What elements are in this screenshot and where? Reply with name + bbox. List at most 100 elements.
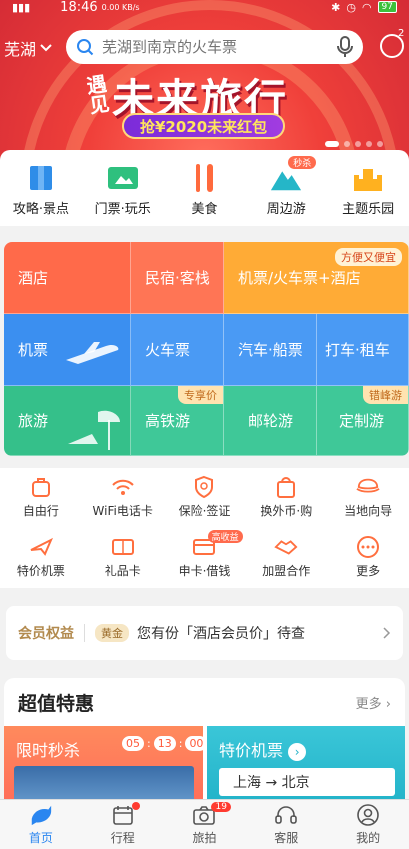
beach-chair-icon bbox=[68, 410, 120, 450]
cheap-flight-title-text: 特价机票 bbox=[219, 741, 284, 760]
headset-icon bbox=[274, 803, 298, 827]
service-label: 更多 bbox=[356, 563, 381, 578]
microphone-icon[interactable] bbox=[337, 36, 353, 58]
cheap-flight-card[interactable]: 特价机票 › 上海 → 北京 bbox=[207, 726, 405, 808]
chevron-right-icon: › bbox=[385, 696, 391, 712]
service-insurance-visa[interactable]: 保险·签证 bbox=[164, 468, 246, 526]
flight-hotel-tag: 方便又便宜 bbox=[335, 248, 402, 266]
cruise-label: 邮轮游 bbox=[248, 412, 294, 430]
bluetooth-icon: ✱ bbox=[331, 0, 341, 14]
custom-tour-tag: 错峰游 bbox=[363, 386, 408, 404]
banner-dot-active bbox=[325, 141, 339, 147]
main-service-grid: 酒店 民宿·客栈 方便又便宜机票/火车票+酒店 机票 火车票 汽车·船票 打车·… bbox=[4, 242, 409, 456]
service-more[interactable]: 更多 bbox=[327, 528, 409, 586]
service-label: 加盟合作 bbox=[262, 563, 311, 578]
tab-travel-photo[interactable]: 19 旅拍 bbox=[164, 800, 246, 849]
train-tile[interactable]: 火车票 bbox=[131, 314, 224, 386]
custom-tour-tile[interactable]: 错峰游 定制游 bbox=[317, 386, 409, 456]
home-dolphin-icon bbox=[29, 803, 53, 827]
tab-label: 客服 bbox=[274, 831, 299, 845]
taxi-rental-tile[interactable]: 打车·租车 bbox=[317, 314, 409, 386]
category-tickets[interactable]: 门票·玩乐 bbox=[83, 162, 163, 226]
flash-sale-card[interactable]: 限时秒杀 05: 13: 00 bbox=[4, 726, 208, 808]
bus-ship-tile[interactable]: 汽车·船票 bbox=[224, 314, 317, 386]
train-label: 火车票 bbox=[145, 341, 191, 359]
tab-home[interactable]: 首页 bbox=[0, 800, 82, 849]
search-bar[interactable] bbox=[66, 30, 363, 64]
service-partnership[interactable]: 加盟合作 bbox=[245, 528, 327, 586]
banner-dot bbox=[344, 141, 350, 147]
flight-hotel-label: 机票/火车票+酒店 bbox=[238, 269, 361, 287]
homestay-label: 民宿·客栈 bbox=[145, 269, 210, 287]
status-bar: ▮▮▮ 18:46 0.00 KB/s ✱ ◷ ◠ 97 bbox=[0, 0, 409, 15]
homestay-tile[interactable]: 民宿·客栈 bbox=[131, 242, 224, 314]
tour-label: 旅游 bbox=[18, 412, 49, 430]
category-nearby[interactable]: 秒杀 周边游 bbox=[246, 156, 326, 226]
shopping-bag-icon bbox=[274, 476, 298, 498]
member-title: 会员权益 bbox=[18, 626, 74, 642]
rail-tour-label: 高铁游 bbox=[145, 412, 191, 430]
category-food[interactable]: 美食 bbox=[164, 162, 244, 226]
service-currency-shopping[interactable]: 换外币·购 bbox=[245, 468, 327, 526]
tab-profile[interactable]: 我的 bbox=[327, 800, 409, 849]
search-input[interactable] bbox=[102, 38, 337, 56]
search-icon bbox=[77, 39, 94, 56]
chevron-right-icon bbox=[383, 627, 391, 639]
airplane-icon bbox=[66, 342, 119, 364]
city-selector[interactable]: 芜湖 bbox=[4, 36, 52, 60]
service-wifi-sim[interactable]: WiFi电话卡 bbox=[82, 468, 164, 526]
member-benefits-bar[interactable]: 会员权益 黄金 您有份「酒店会员价」待查 bbox=[6, 606, 403, 660]
banner-promo-button[interactable]: 抢¥2020未来红包 bbox=[122, 113, 286, 139]
wifi-icon bbox=[111, 476, 135, 498]
service-local-guide[interactable]: 当地向导 bbox=[327, 468, 409, 526]
tour-tile[interactable]: 旅游 bbox=[4, 386, 131, 456]
service-label: 当地向导 bbox=[344, 503, 393, 518]
category-label: 主题乐园 bbox=[342, 202, 395, 217]
top-bar: 芜湖 2 bbox=[0, 28, 409, 66]
photo-count-badge: 19 bbox=[211, 802, 231, 812]
service-cheap-flights[interactable]: 特价机票 bbox=[0, 528, 82, 586]
tab-label: 我的 bbox=[356, 831, 381, 845]
service-label: 礼品卡 bbox=[104, 563, 141, 578]
service-label: 换外币·购 bbox=[260, 503, 313, 518]
service-independent-travel[interactable]: 自由行 bbox=[0, 468, 82, 526]
timer-seconds: 00 bbox=[185, 736, 208, 751]
more-icon bbox=[356, 535, 380, 558]
rail-tour-tile[interactable]: 专享价 高铁游 bbox=[131, 386, 224, 456]
bottom-tab-bar: 首页 行程 19 旅拍 客服 我的 bbox=[0, 799, 409, 849]
food-icon bbox=[187, 162, 221, 194]
tab-label: 旅拍 bbox=[192, 831, 217, 845]
high-yield-badge: 高收益 bbox=[207, 530, 243, 543]
timer-hours: 05 bbox=[122, 736, 144, 751]
tab-service[interactable]: 客服 bbox=[245, 800, 327, 849]
suitcase-icon bbox=[29, 476, 53, 498]
hotel-tile[interactable]: 酒店 bbox=[4, 242, 131, 314]
service-gift-card[interactable]: 礼品卡 bbox=[82, 528, 164, 586]
category-row: 攻略·景点 门票·玩乐 美食 秒杀 周边游 主题乐园 bbox=[0, 150, 409, 226]
chevron-down-icon bbox=[40, 44, 52, 52]
ticket-icon bbox=[106, 162, 140, 194]
service-credit-card[interactable]: 高收益 申卡·借钱 bbox=[164, 528, 246, 586]
service-label: 自由行 bbox=[22, 503, 59, 518]
member-message: 您有份「酒店会员价」待查 bbox=[137, 626, 305, 642]
deals-section: 超值特惠 更多 › 限时秒杀 05: 13: 00 特价机票 › 上海 → 北京 bbox=[4, 678, 405, 808]
plane-icon bbox=[29, 536, 53, 558]
divider bbox=[84, 624, 85, 642]
notification-dot bbox=[131, 802, 140, 810]
category-theme-park[interactable]: 主题乐园 bbox=[328, 162, 408, 226]
tab-trips[interactable]: 行程 bbox=[82, 800, 164, 849]
signal-icon: ▮▮▮ bbox=[12, 0, 31, 14]
member-level-badge: 黄金 bbox=[95, 624, 129, 642]
bus-ship-label: 汽车·船票 bbox=[238, 341, 303, 359]
cruise-tile[interactable]: 邮轮游 bbox=[224, 386, 317, 456]
category-guide[interactable]: 攻略·景点 bbox=[1, 162, 81, 226]
handshake-icon bbox=[274, 536, 298, 558]
timer-minutes: 13 bbox=[153, 736, 176, 751]
promo-banner[interactable]: 遇见 未来旅行 抢¥2020未来红包 bbox=[0, 0, 409, 175]
service-grid: 自由行 WiFi电话卡 保险·签证 换外币·购 当地向导 特价机票 礼品卡 高收… bbox=[0, 468, 409, 588]
category-label: 攻略·景点 bbox=[12, 202, 69, 217]
flight-tile[interactable]: 机票 bbox=[4, 314, 131, 386]
guide-hat-icon bbox=[356, 476, 380, 498]
deals-more-link[interactable]: 更多 › bbox=[356, 693, 391, 712]
flight-hotel-tile[interactable]: 方便又便宜机票/火车票+酒店 bbox=[224, 242, 409, 314]
